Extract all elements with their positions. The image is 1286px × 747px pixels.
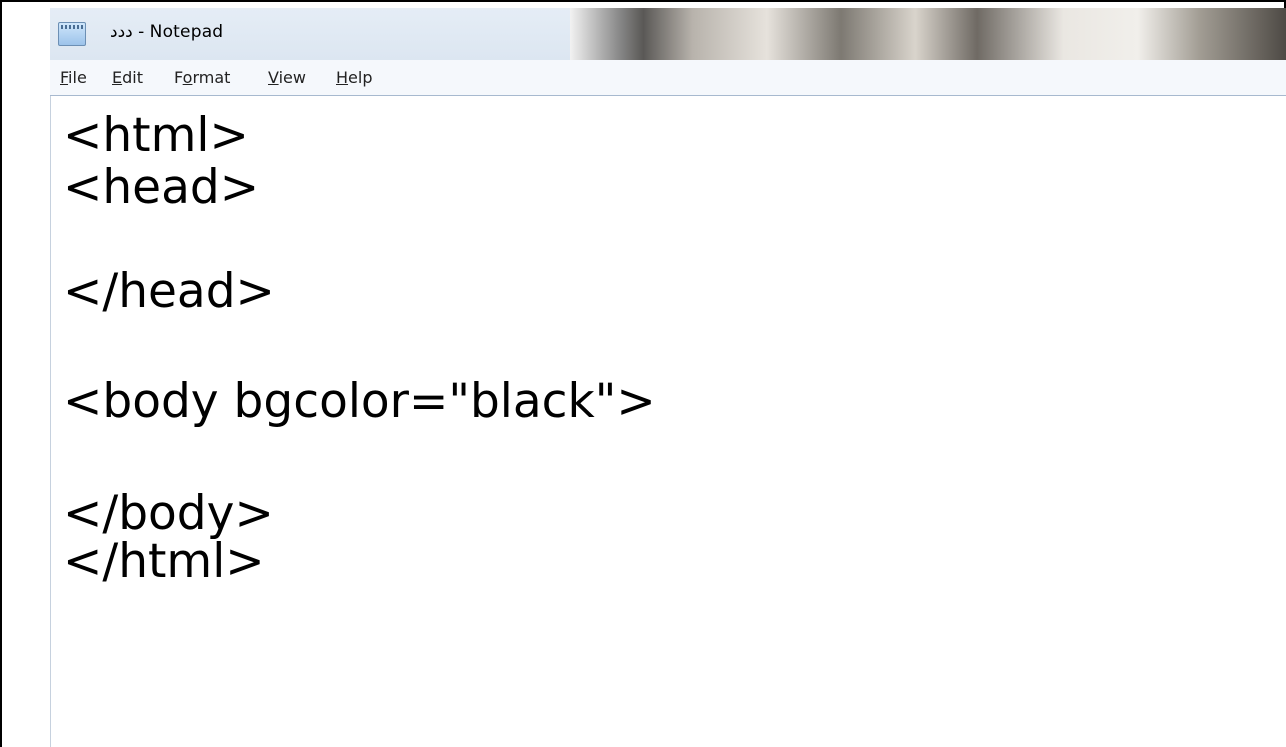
code-line: </head> [63,264,275,319]
notepad-icon[interactable] [58,22,86,46]
menu-bar: File Edit Format View Help [50,60,1286,96]
notepad-window: ددد - Notepad File Edit Format View Help… [50,8,1286,747]
menu-format[interactable]: Format [174,68,230,87]
screenshot-frame: ددد - Notepad File Edit Format View Help… [0,0,1286,747]
code-line: <body bgcolor="black"> [63,374,656,429]
code-line: <head> [63,160,260,215]
menu-view[interactable]: View [268,68,306,87]
menu-help[interactable]: Help [336,68,372,87]
window-title: ددد - Notepad [110,22,224,42]
title-bar[interactable]: ددد - Notepad [50,8,1286,60]
menu-edit[interactable]: Edit [112,68,143,87]
text-editor-area[interactable]: <html> <head> </head> <body bgcolor="bla… [50,96,1286,747]
code-line: </html> [63,534,265,589]
menu-file[interactable]: File [60,68,87,87]
code-line: <html> [63,108,249,163]
